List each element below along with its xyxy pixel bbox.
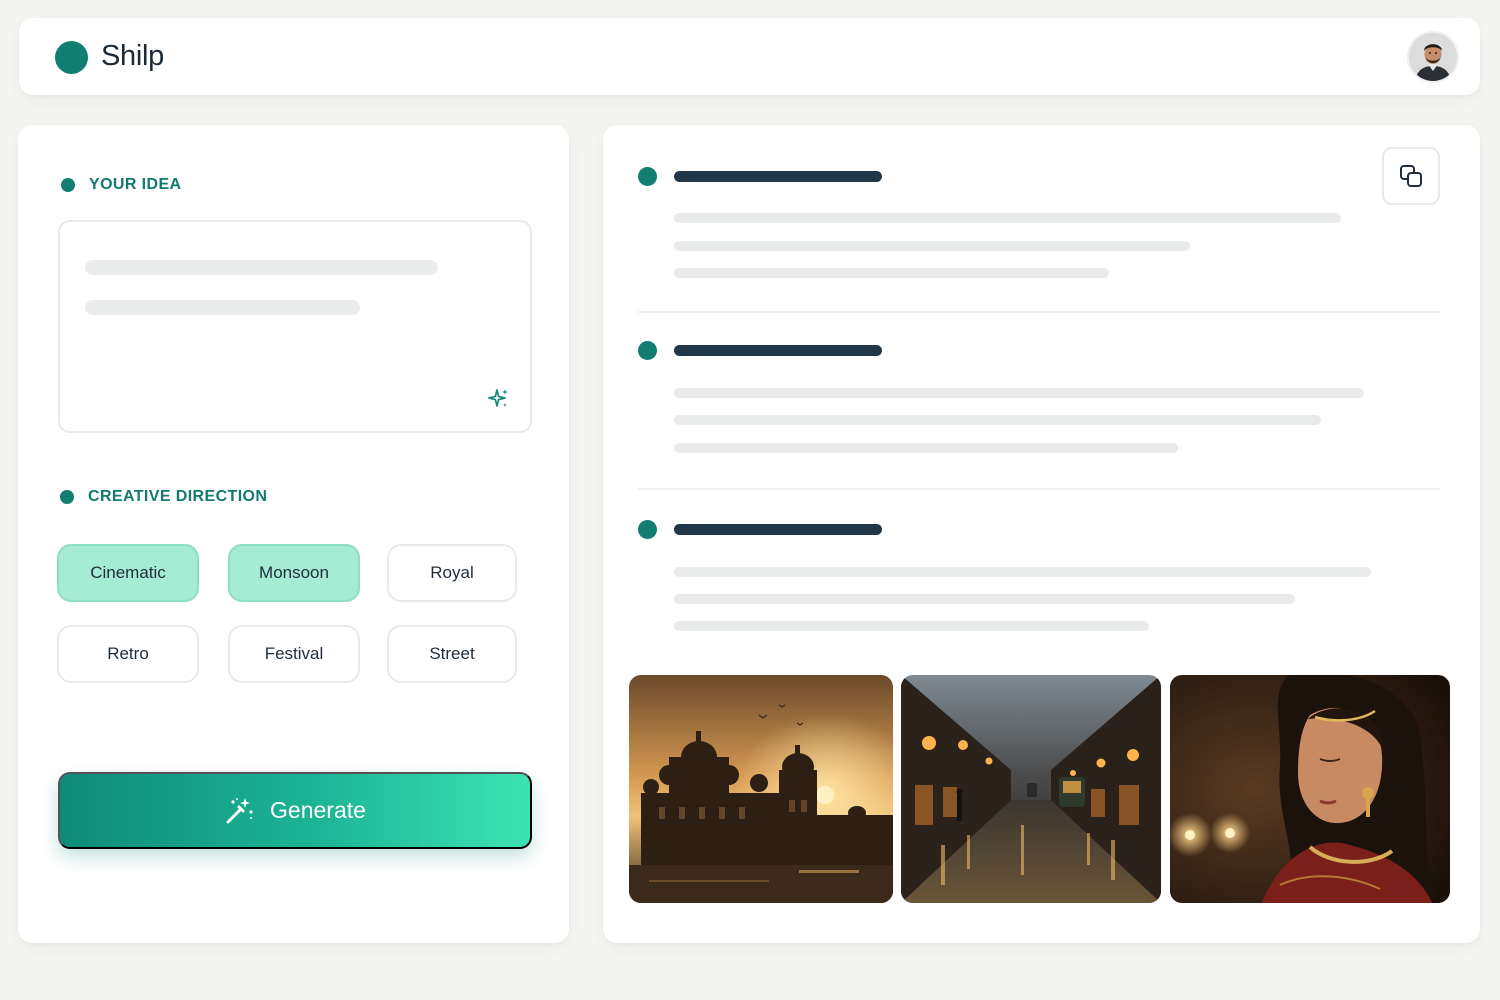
result-heading-placeholder: [674, 345, 882, 356]
chip-monsoon[interactable]: Monsoon: [228, 544, 360, 602]
creative-direction-label: CREATIVE DIRECTION: [60, 488, 267, 506]
placeholder-line: [85, 300, 360, 315]
result-heading-placeholder: [674, 171, 882, 182]
chip-festival[interactable]: Festival: [228, 625, 360, 683]
input-panel: YOUR IDEA CREATIVE DIRECTION Cinematic M…: [18, 125, 569, 943]
result-dot-icon: [638, 167, 657, 186]
copy-button[interactable]: [1382, 147, 1440, 205]
your-idea-label: YOUR IDEA: [61, 176, 182, 194]
bridal-portrait-image[interactable]: [1170, 675, 1450, 903]
chip-retro[interactable]: Retro: [57, 625, 199, 683]
result-text-placeholder: [674, 621, 1149, 631]
generate-button[interactable]: Generate: [58, 772, 532, 849]
result-text-placeholder: [674, 594, 1295, 604]
chip-royal[interactable]: Royal: [387, 544, 517, 602]
idea-input[interactable]: [58, 220, 532, 433]
top-header: Shilp: [19, 18, 1480, 95]
result-text-placeholder: [674, 268, 1109, 278]
result-text-placeholder: [674, 241, 1190, 251]
section-dot-icon: [60, 490, 74, 504]
output-panel: [603, 125, 1480, 943]
logo-icon[interactable]: [55, 41, 88, 74]
section-divider: [638, 488, 1440, 490]
your-idea-text: YOUR IDEA: [89, 176, 182, 193]
magic-wand-icon: [226, 797, 253, 823]
generate-label: Generate: [270, 797, 366, 823]
copy-icon: [1400, 165, 1422, 187]
rainy-street-image-art: [901, 675, 1161, 903]
chip-cinematic[interactable]: Cinematic: [57, 544, 199, 602]
result-text-placeholder: [674, 415, 1321, 425]
result-dot-icon: [638, 520, 657, 539]
user-avatar[interactable]: [1409, 33, 1457, 81]
result-dot-icon: [638, 341, 657, 360]
avatar-icon: [1409, 33, 1457, 81]
rainy-street-image[interactable]: [901, 675, 1161, 903]
brand-name[interactable]: Shilp: [101, 40, 164, 73]
result-text-placeholder: [674, 443, 1178, 453]
palace-sunset-image[interactable]: [629, 675, 893, 903]
sparkle-icon[interactable]: [486, 387, 510, 411]
result-text-placeholder: [674, 388, 1364, 398]
section-dot-icon: [61, 178, 75, 192]
palace-sunset-image-art: [629, 675, 893, 903]
result-text-placeholder: [674, 213, 1341, 223]
result-text-placeholder: [674, 567, 1371, 577]
placeholder-line: [85, 260, 438, 275]
bridal-portrait-image-art: [1170, 675, 1450, 903]
creative-direction-text: CREATIVE DIRECTION: [88, 488, 268, 505]
section-divider: [638, 311, 1440, 313]
chip-street[interactable]: Street: [387, 625, 517, 683]
result-heading-placeholder: [674, 524, 882, 535]
